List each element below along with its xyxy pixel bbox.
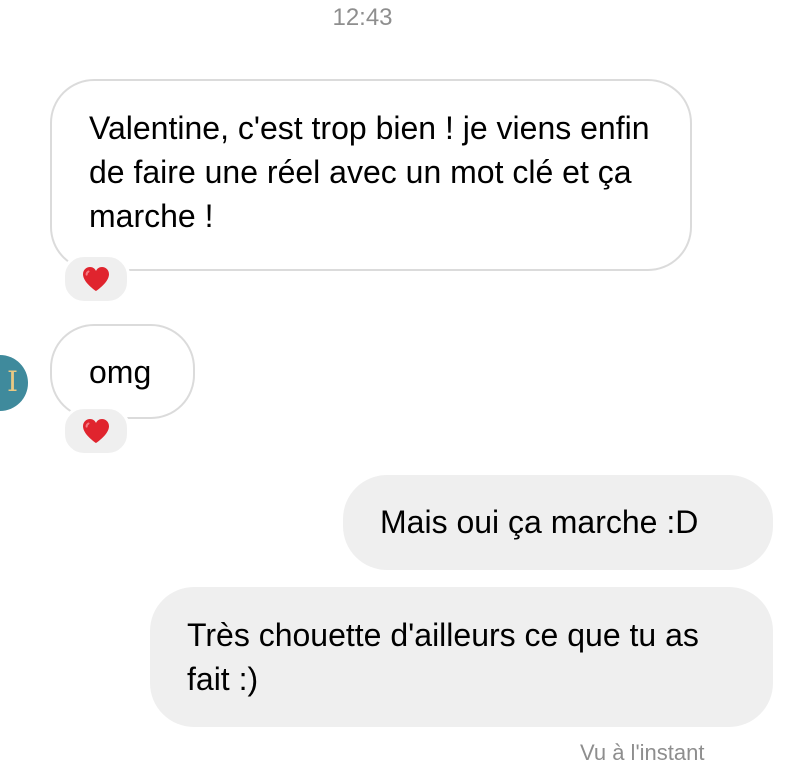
heart-icon [83,267,109,291]
incoming-message-bubble[interactable]: Valentine, c'est trop bien ! je viens en… [50,79,692,271]
heart-reaction-badge[interactable] [62,406,130,456]
outgoing-message-bubble[interactable]: Mais oui ça marche :D [343,475,773,570]
heart-reaction-badge[interactable] [62,254,130,304]
heart-icon [83,419,109,443]
outgoing-message-bubble[interactable]: Très chouette d'ailleurs ce que tu as fa… [150,587,773,727]
avatar-initial-icon: Ⅰ [6,365,18,398]
message-timestamp: 12:43 [332,4,393,31]
message-text: Valentine, c'est trop bien ! je viens en… [89,110,650,234]
message-text: omg [89,354,152,390]
message-text: Très chouette d'ailleurs ce que tu as fa… [187,617,699,697]
incoming-message-bubble[interactable]: omg [50,324,195,419]
message-text: Mais oui ça marche :D [380,504,699,540]
contact-avatar[interactable]: Ⅰ [0,355,28,411]
seen-status: Vu à l'instant [580,740,705,765]
